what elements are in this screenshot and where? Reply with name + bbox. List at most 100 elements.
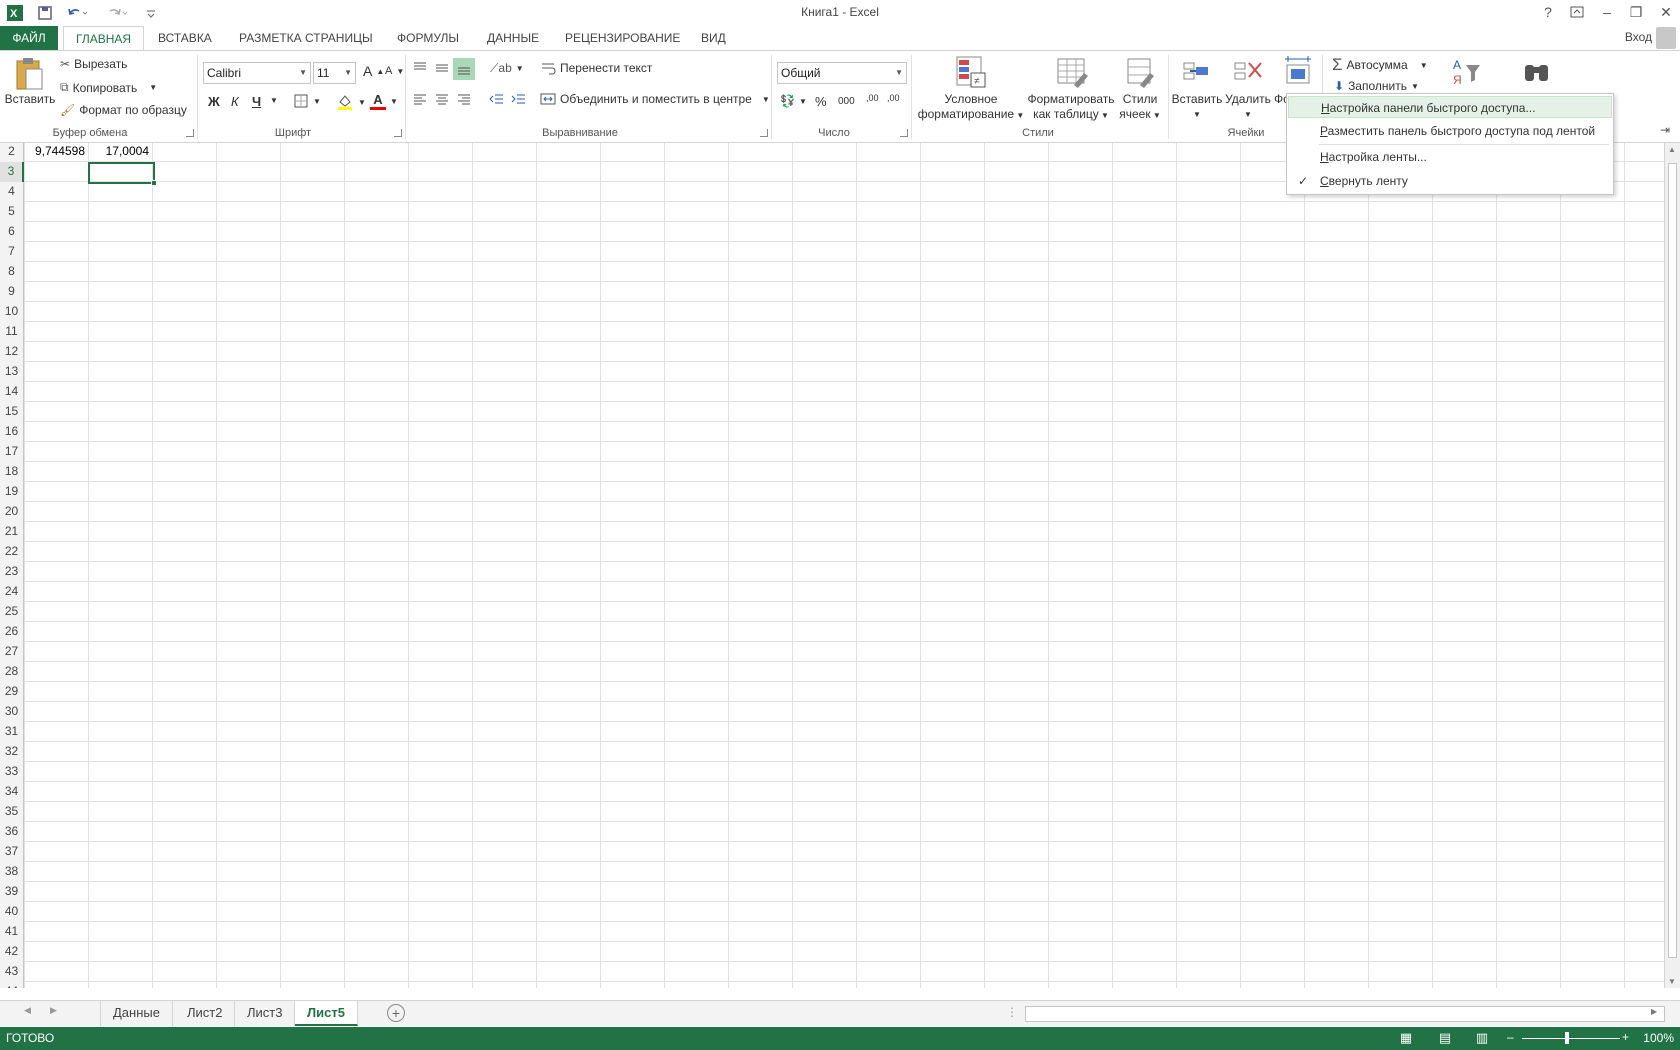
borders-button[interactable]: ▼: [293, 93, 321, 109]
sort-filter-icon[interactable]: AЯ: [1452, 57, 1482, 87]
menu-item-customize-qat[interactable]: Настройка панели быстрого доступа...: [1288, 96, 1612, 118]
row-header[interactable]: 44: [0, 982, 24, 988]
scroll-down-icon[interactable]: ▼: [1668, 977, 1676, 986]
delete-cells-icon[interactable]: [1233, 57, 1265, 87]
font-color-button[interactable]: A ▼: [370, 93, 398, 110]
tab-insert[interactable]: ВСТАВКА: [146, 26, 224, 50]
row-header[interactable]: 40: [0, 902, 24, 922]
bold-button[interactable]: Ж: [208, 94, 220, 109]
next-sheet-icon[interactable]: ▶: [50, 1005, 57, 1016]
row-header[interactable]: 43: [0, 962, 24, 982]
fill-color-button[interactable]: ▼: [336, 93, 366, 111]
row-header[interactable]: 38: [0, 862, 24, 882]
row-header[interactable]: 4: [0, 182, 24, 202]
find-select-icon[interactable]: [1522, 57, 1552, 87]
row-header[interactable]: 29: [0, 682, 24, 702]
row-header[interactable]: 37: [0, 842, 24, 862]
align-left-button[interactable]: [412, 92, 428, 106]
row-header[interactable]: 16: [0, 422, 24, 442]
number-format-combo[interactable]: Общий ▼: [777, 62, 907, 84]
font-name-combo[interactable]: Calibri ▼: [203, 62, 311, 84]
alignment-launcher-icon[interactable]: [760, 129, 768, 137]
row-header[interactable]: 31: [0, 722, 24, 742]
row-header[interactable]: 42: [0, 942, 24, 962]
row-header[interactable]: 27: [0, 642, 24, 662]
paste-icon[interactable]: [12, 57, 48, 93]
page-break-view-icon[interactable]: ▥: [1474, 1030, 1490, 1046]
restore-button[interactable]: ❐: [1622, 0, 1650, 24]
currency-button[interactable]: 💱 ▼: [780, 94, 807, 108]
vertical-scrollbar[interactable]: ▲ ▼: [1664, 143, 1680, 988]
menu-item-customize-ribbon[interactable]: Настройка ленты...: [1288, 146, 1612, 168]
row-header[interactable]: 34: [0, 782, 24, 802]
sign-in-link[interactable]: Вход: [1625, 30, 1652, 44]
font-size-combo[interactable]: 11 ▼: [313, 62, 356, 84]
row-header[interactable]: 10: [0, 302, 24, 322]
row-header[interactable]: 5: [0, 202, 24, 222]
row-header[interactable]: 3: [0, 162, 24, 182]
zoom-out-button[interactable]: –: [1507, 1030, 1514, 1044]
percent-button[interactable]: %: [815, 94, 827, 109]
increase-decimal-button[interactable]: ,00: [866, 93, 879, 103]
sheet-tab-list3[interactable]: Лист3: [235, 1001, 296, 1026]
save-icon[interactable]: [34, 2, 56, 24]
row-header[interactable]: 11: [0, 322, 24, 342]
zoom-level[interactable]: 100%: [1643, 1031, 1674, 1045]
wrap-text-button[interactable]: Перенести текст: [540, 61, 652, 75]
row-header[interactable]: 13: [0, 362, 24, 382]
excel-logo-icon[interactable]: X: [4, 2, 26, 24]
row-header[interactable]: 39: [0, 882, 24, 902]
decrease-decimal-button[interactable]: ,00: [887, 93, 900, 103]
avatar[interactable]: [1656, 27, 1676, 49]
row-header[interactable]: 25: [0, 602, 24, 622]
tab-formulas[interactable]: ФОРМУЛЫ: [385, 26, 471, 50]
row-header[interactable]: 26: [0, 622, 24, 642]
shrink-font-button[interactable]: A ▼: [385, 65, 404, 77]
clipboard-launcher-icon[interactable]: [186, 129, 194, 137]
menu-item-collapse-ribbon[interactable]: ✓ Свернуть ленту: [1288, 170, 1612, 192]
fill-button[interactable]: ⬇ Заполнить ▼: [1334, 79, 1419, 93]
row-header[interactable]: 14: [0, 382, 24, 402]
underline-button[interactable]: Ч: [252, 94, 261, 109]
horizontal-scrollbar[interactable]: [1025, 1006, 1665, 1022]
delete-cells-button[interactable]: Удалить ▼: [1222, 92, 1274, 122]
menu-item-qat-below-ribbon[interactable]: Разместить панель быстрого доступа под л…: [1288, 120, 1612, 142]
undo-icon[interactable]: [64, 2, 90, 24]
row-header[interactable]: 6: [0, 222, 24, 242]
row-header[interactable]: 23: [0, 562, 24, 582]
conditional-formatting-button[interactable]: Условное форматирование ▼: [916, 92, 1026, 123]
tab-file[interactable]: ФАЙЛ: [0, 26, 58, 50]
normal-view-icon[interactable]: ▦: [1398, 1030, 1414, 1046]
row-header[interactable]: 17: [0, 442, 24, 462]
orientation-button[interactable]: ⟋ab ▼: [490, 61, 524, 76]
merge-center-button[interactable]: Объединить и поместить в центре ▼: [540, 92, 770, 106]
cell-styles-button[interactable]: Стили ячеек ▼: [1114, 92, 1166, 123]
sheet-tab-data[interactable]: Данные: [100, 1001, 173, 1026]
decrease-indent-button[interactable]: [488, 92, 504, 106]
row-header[interactable]: 28: [0, 662, 24, 682]
format-as-table-button[interactable]: Форматировать как таблицу ▼: [1022, 92, 1120, 123]
row-header[interactable]: 24: [0, 582, 24, 602]
align-right-button[interactable]: [456, 92, 472, 106]
sheet-tab-list5[interactable]: Лист5: [295, 1001, 358, 1026]
row-header[interactable]: 35: [0, 802, 24, 822]
row-header[interactable]: 36: [0, 822, 24, 842]
minimize-button[interactable]: –: [1593, 0, 1621, 24]
tab-review[interactable]: РЕЦЕНЗИРОВАНИЕ: [553, 26, 692, 50]
fill-handle[interactable]: [151, 180, 157, 186]
row-header[interactable]: 21: [0, 522, 24, 542]
tab-data[interactable]: ДАННЫЕ: [475, 26, 551, 50]
row-header[interactable]: 19: [0, 482, 24, 502]
format-cells-icon[interactable]: [1283, 55, 1313, 87]
cut-button[interactable]: ✂ Вырезать: [60, 57, 127, 71]
redo-icon[interactable]: [104, 2, 130, 24]
zoom-slider[interactable]: [1522, 1038, 1620, 1039]
row-header[interactable]: 2: [0, 143, 24, 162]
prev-sheet-icon[interactable]: ◀: [24, 1005, 31, 1016]
scroll-right-icon[interactable]: ▶: [1651, 1007, 1657, 1016]
zoom-in-button[interactable]: +: [1622, 1030, 1629, 1044]
worksheet-grid[interactable]: 2 9,744598 17,0004 3 4 5 6 7 8 9 10 11 12 13 14 15 16 17 1…: [0, 143, 1665, 988]
align-center-button[interactable]: [434, 92, 450, 106]
row-header[interactable]: 30: [0, 702, 24, 722]
active-cell-selection[interactable]: [88, 162, 157, 186]
